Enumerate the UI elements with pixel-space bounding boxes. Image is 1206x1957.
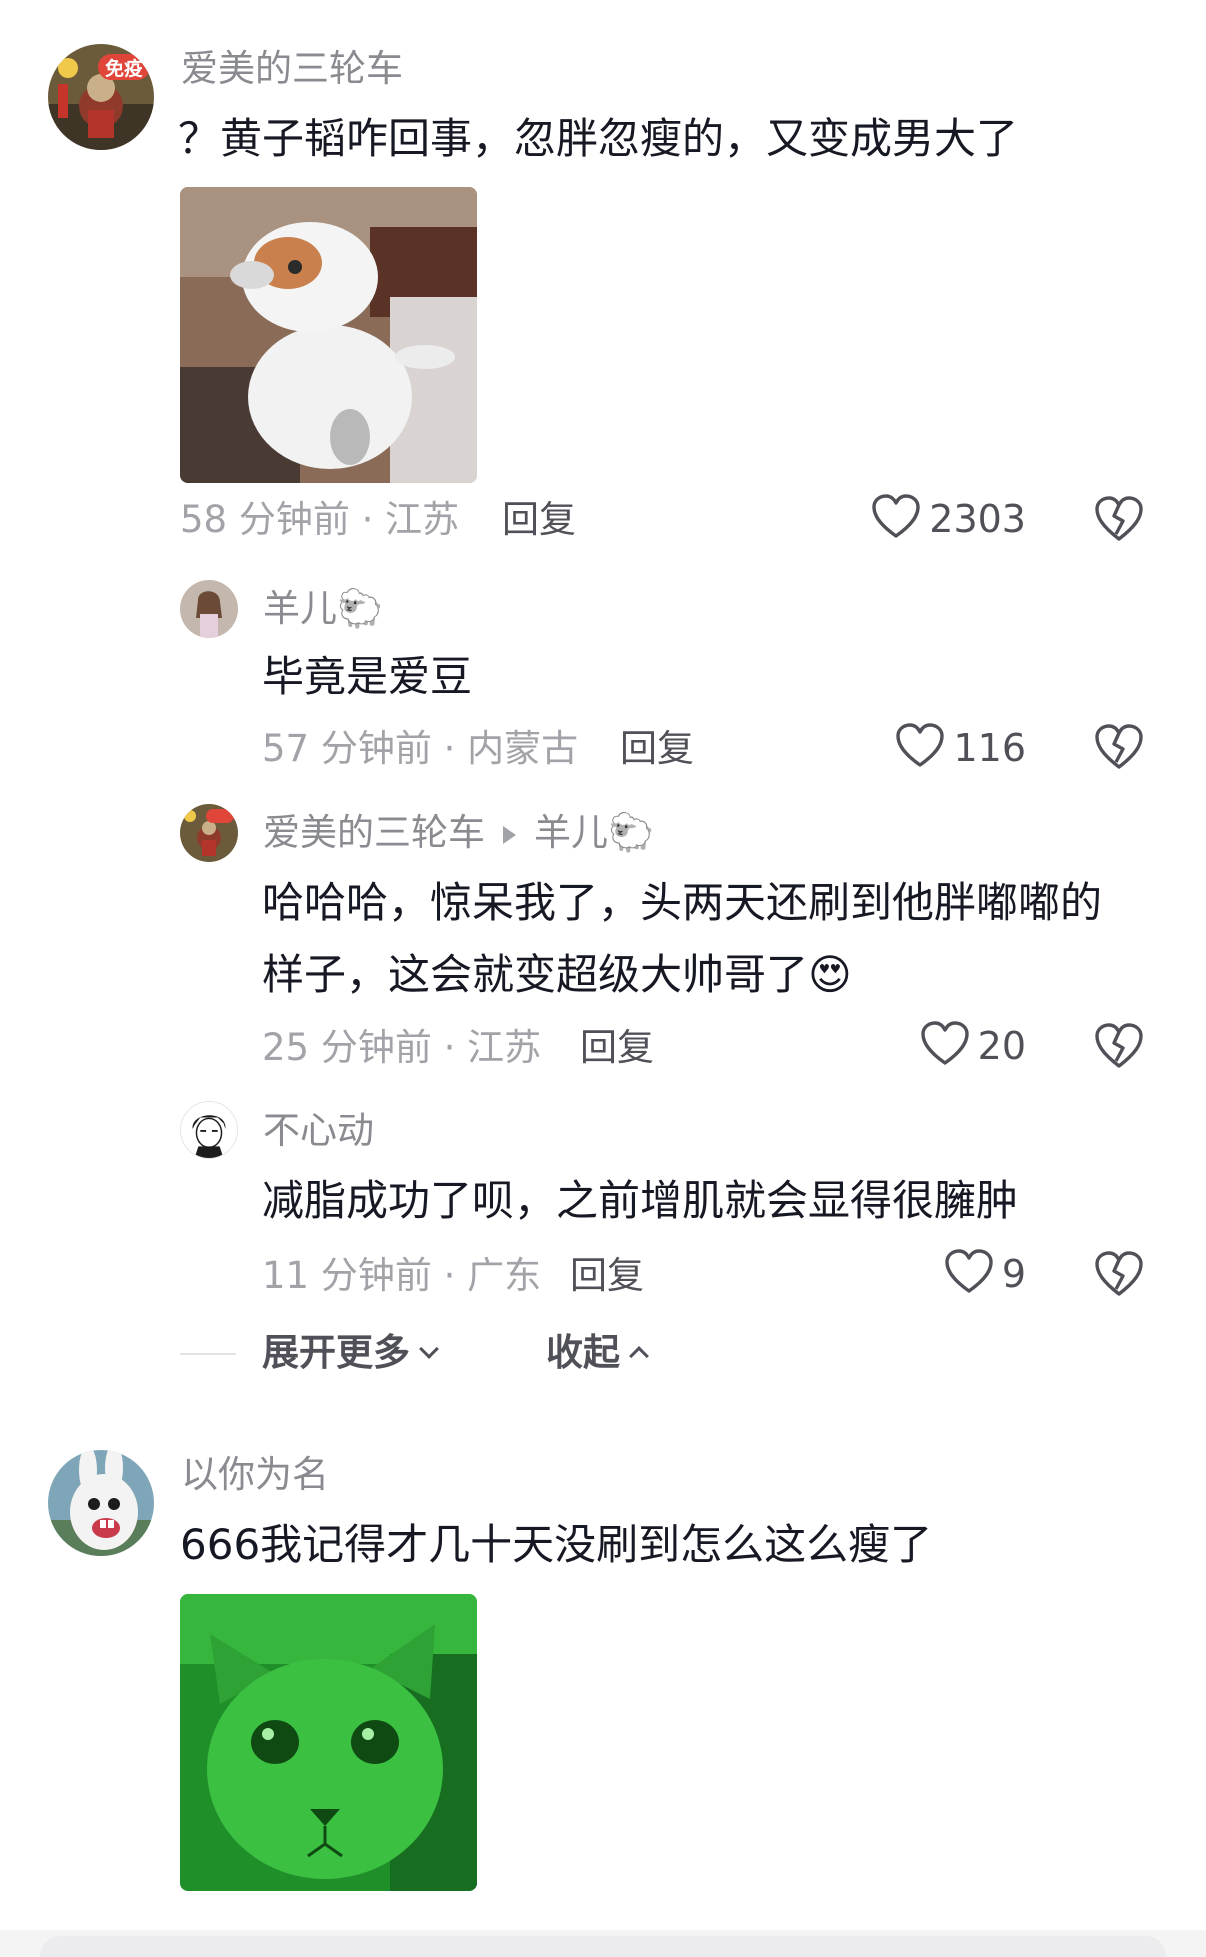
chevron-down-icon: [419, 1338, 439, 1359]
avatar[interactable]: [180, 804, 238, 862]
reply-button[interactable]: 回复: [620, 730, 694, 767]
broken-heart-icon[interactable]: [1094, 722, 1144, 772]
green-cat-sticker-image[interactable]: [180, 1594, 477, 1891]
comment-text: ？黄子韬咋回事，忽胖忽瘦的，又变成男大了: [178, 114, 1019, 163]
comment-input-bar[interactable]: [40, 1936, 1166, 1957]
comment-text: 666我记得才几十天没刷到怎么这么瘦了: [180, 1520, 933, 1569]
like-button[interactable]: 116: [860, 718, 1026, 778]
expand-divider: [180, 1353, 236, 1355]
chevron-up-icon: [629, 1345, 649, 1366]
expand-more-label: 展开更多: [262, 1331, 410, 1374]
avatar[interactable]: [180, 580, 238, 638]
like-button[interactable]: 9: [860, 1244, 1026, 1304]
like-count: 116: [953, 726, 1026, 770]
like-count: 9: [1001, 1252, 1026, 1296]
reply-text-line-1: 哈哈哈，惊呆我了，头两天还刷到他胖嘟嘟的: [262, 878, 1103, 927]
reply-text: 减脂成功了呗，之前增肌就会显得很臃肿: [262, 1176, 1019, 1225]
broken-heart-icon[interactable]: [1094, 1021, 1144, 1071]
collapse-label: 收起: [546, 1331, 620, 1374]
broken-heart-icon[interactable]: [1094, 494, 1144, 544]
heart-outline-icon: [944, 1249, 994, 1299]
like-count: 2303: [929, 497, 1026, 541]
like-button[interactable]: 20: [860, 1016, 1026, 1076]
reply-time-location: 11 分钟前 · 广东: [262, 1254, 542, 1297]
broken-heart-icon[interactable]: [1094, 1249, 1144, 1299]
collapse-button[interactable]: 收起: [546, 1331, 649, 1374]
reply-username[interactable]: 羊儿🐑: [263, 590, 383, 627]
expand-more-button[interactable]: 展开更多: [262, 1331, 439, 1374]
avatar[interactable]: [48, 1450, 154, 1556]
reply-button[interactable]: 回复: [570, 1257, 644, 1294]
reply-text-line-2: 样子，这会就变超级大帅哥了😍: [262, 950, 852, 999]
reply-to-arrow-icon: [503, 825, 516, 844]
comment-username[interactable]: 以你为名: [181, 1456, 329, 1493]
like-button[interactable]: 2303: [860, 489, 1026, 549]
reply-time-location: 57 分钟前 · 内蒙古: [262, 727, 579, 770]
reply-button[interactable]: 回复: [502, 501, 576, 538]
heart-outline-icon: [871, 494, 921, 544]
heart-outline-icon: [895, 723, 945, 773]
reply-button[interactable]: 回复: [580, 1029, 654, 1066]
comment-time-location: 58 分钟前 · 江苏: [180, 498, 460, 541]
comment-username[interactable]: 爱美的三轮车: [181, 50, 403, 87]
reply-time-location: 25 分钟前 · 江苏: [262, 1026, 542, 1069]
reply-username[interactable]: 爱美的三轮车 羊儿🐑: [263, 814, 654, 851]
reply-text: 毕竟是爱豆: [262, 652, 473, 701]
reply-username[interactable]: 不心动: [263, 1112, 374, 1149]
dog-sticker-image[interactable]: [180, 187, 477, 483]
heart-outline-icon: [920, 1021, 970, 1071]
avatar-badge: 免疫: [104, 58, 143, 80]
avatar[interactable]: [180, 1101, 238, 1159]
like-count: 20: [977, 1024, 1026, 1068]
reply-to-username[interactable]: 羊儿🐑: [534, 811, 654, 854]
reply-username-text[interactable]: 爱美的三轮车: [263, 811, 485, 854]
